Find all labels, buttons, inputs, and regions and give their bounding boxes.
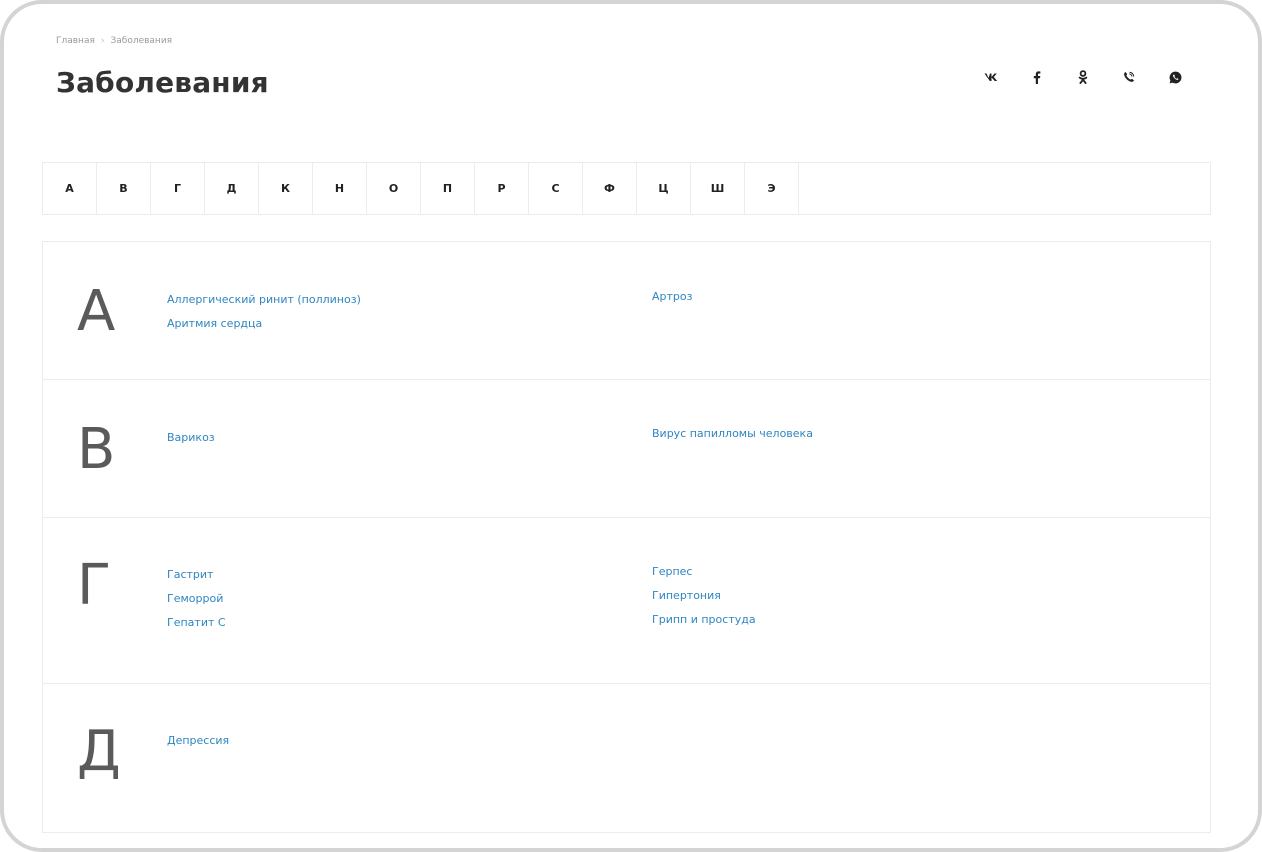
- alphabet-letter[interactable]: Д: [205, 163, 259, 214]
- alphabet-letter[interactable]: Ш: [691, 163, 745, 214]
- page-frame: Главная › Заболевания Заболевания А В Г …: [0, 0, 1262, 852]
- viber-icon[interactable]: [1122, 70, 1136, 84]
- letter-section-v: В Варикоз Вирус папилломы человека: [42, 379, 1211, 518]
- section-letter: Д: [77, 719, 121, 784]
- alphabet-letter[interactable]: К: [259, 163, 313, 214]
- alphabet-letter[interactable]: Ц: [637, 163, 691, 214]
- alphabet-letter[interactable]: А: [43, 163, 97, 214]
- alphabet-letter[interactable]: Р: [475, 163, 529, 214]
- breadcrumb-separator: ›: [100, 36, 105, 46]
- section-left-column: Гастрит Геморрой Гепатит С: [167, 567, 226, 631]
- vk-icon[interactable]: [984, 70, 998, 84]
- disease-link[interactable]: Гастрит: [167, 567, 226, 583]
- disease-sections: А Аллергический ринит (поллиноз) Аритмия…: [42, 241, 1211, 833]
- disease-link[interactable]: Гепатит С: [167, 615, 226, 631]
- letter-section-g: Г Гастрит Геморрой Гепатит С Герпес Гипе…: [42, 517, 1211, 684]
- breadcrumb-current: Заболевания: [110, 36, 173, 46]
- disease-link[interactable]: Грипп и простуда: [652, 612, 756, 628]
- alphabet-letter[interactable]: Г: [151, 163, 205, 214]
- letter-section-a: А Аллергический ринит (поллиноз) Аритмия…: [42, 241, 1211, 380]
- section-left-column: Варикоз: [167, 430, 215, 446]
- section-letter: Г: [77, 553, 112, 618]
- section-right-column: Герпес Гипертония Грипп и простуда: [652, 564, 756, 628]
- disease-link[interactable]: Артроз: [652, 289, 692, 305]
- alphabet-letter[interactable]: В: [97, 163, 151, 214]
- alphabet-nav: А В Г Д К Н О П Р С Ф Ц Ш Э: [42, 162, 1211, 215]
- alphabet-letter[interactable]: О: [367, 163, 421, 214]
- facebook-icon[interactable]: [1030, 70, 1044, 84]
- letter-section-d: Д Депрессия: [42, 683, 1211, 833]
- disease-link[interactable]: Геморрой: [167, 591, 226, 607]
- social-links: [984, 70, 1182, 84]
- alphabet-letter[interactable]: С: [529, 163, 583, 214]
- section-right-column: Артроз: [652, 289, 692, 305]
- disease-link[interactable]: Аритмия сердца: [167, 316, 361, 332]
- alphabet-letter[interactable]: П: [421, 163, 475, 214]
- breadcrumb-home[interactable]: Главная: [56, 36, 95, 46]
- disease-link[interactable]: Вирус папилломы человека: [652, 426, 813, 442]
- disease-link[interactable]: Депрессия: [167, 733, 229, 749]
- whatsapp-icon[interactable]: [1168, 70, 1182, 84]
- section-letter: А: [77, 279, 116, 344]
- section-right-column: Вирус папилломы человека: [652, 426, 813, 442]
- alphabet-letter[interactable]: Э: [745, 163, 799, 214]
- section-letter: В: [77, 417, 116, 482]
- alphabet-letter[interactable]: Ф: [583, 163, 637, 214]
- section-left-column: Аллергический ринит (поллиноз) Аритмия с…: [167, 292, 361, 332]
- breadcrumb: Главная › Заболевания: [56, 36, 172, 46]
- disease-link[interactable]: Герпес: [652, 564, 756, 580]
- disease-link[interactable]: Варикоз: [167, 430, 215, 446]
- disease-link[interactable]: Гипертония: [652, 588, 756, 604]
- section-left-column: Депрессия: [167, 733, 229, 749]
- page-title: Заболевания: [56, 66, 269, 99]
- alphabet-letter[interactable]: Н: [313, 163, 367, 214]
- disease-link[interactable]: Аллергический ринит (поллиноз): [167, 292, 361, 308]
- odnoklassniki-icon[interactable]: [1076, 70, 1090, 84]
